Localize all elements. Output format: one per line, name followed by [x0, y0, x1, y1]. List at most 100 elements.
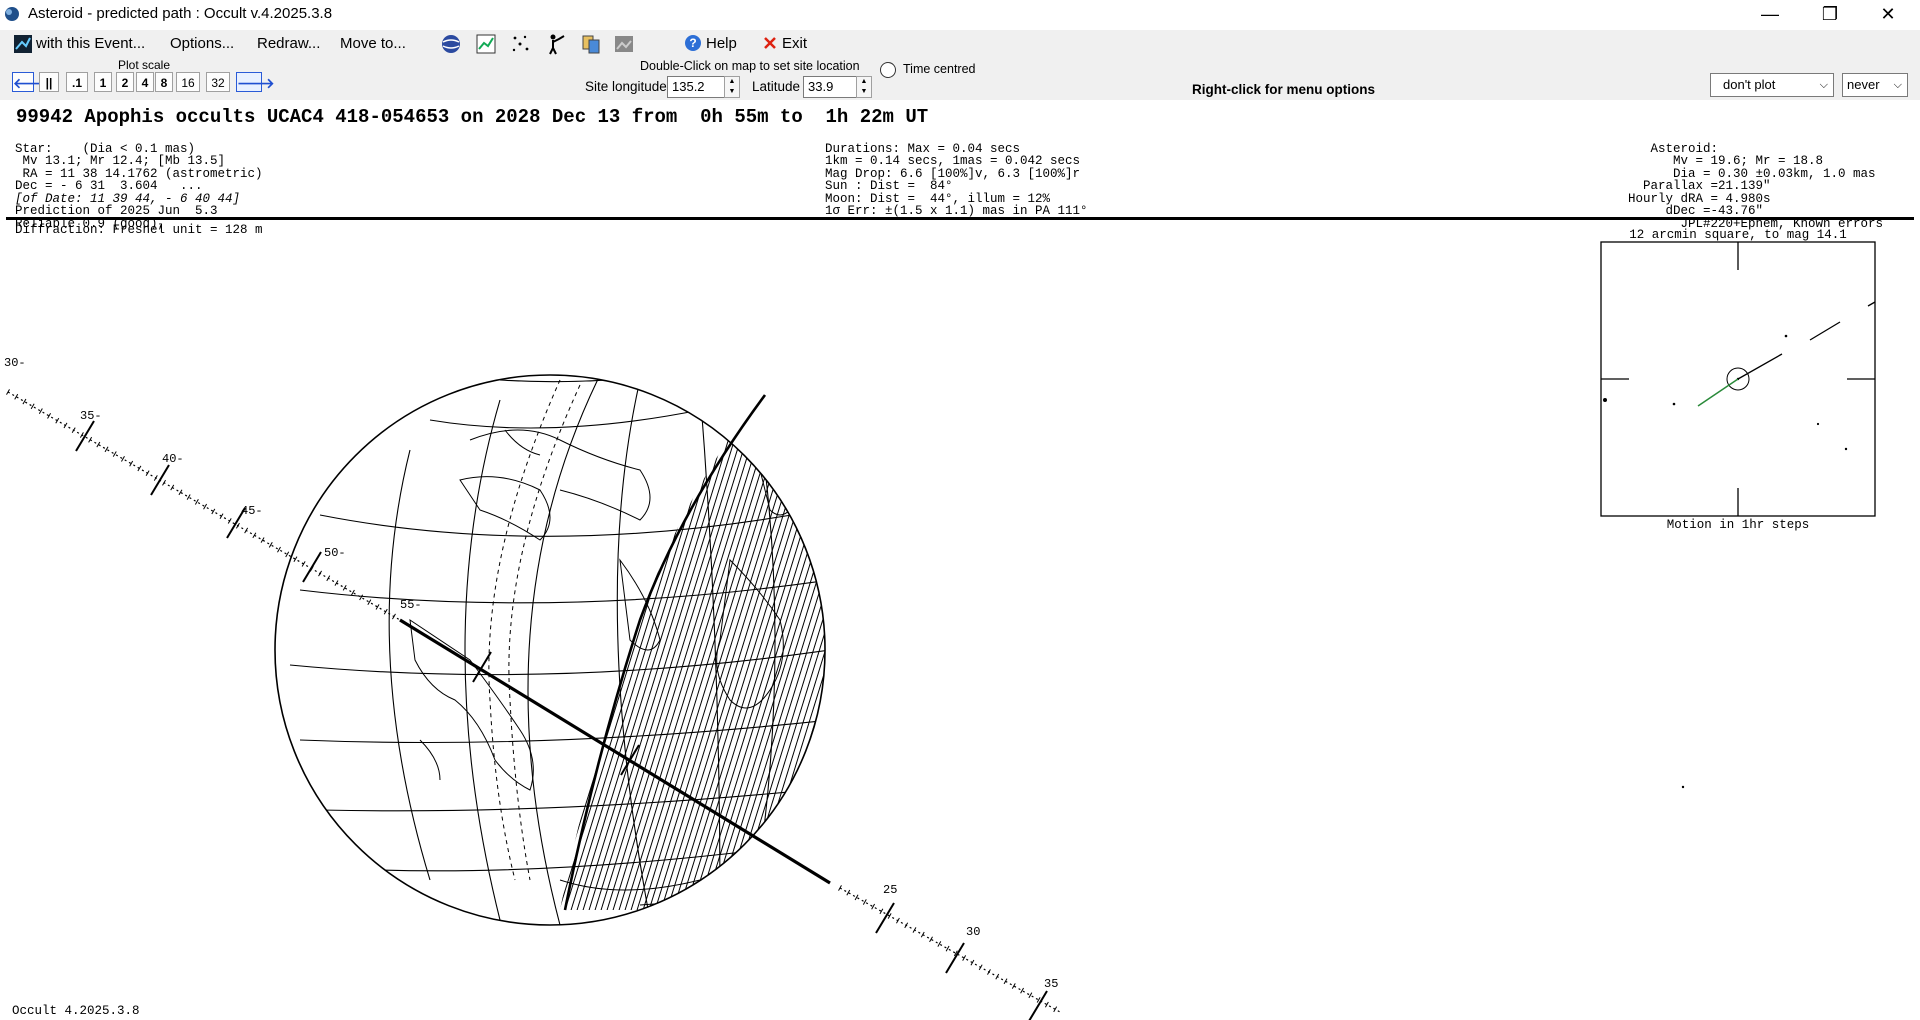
hatch-line	[621, 380, 793, 910]
app-icon	[5, 7, 19, 21]
chart-icon[interactable]	[475, 33, 497, 55]
star-chart-inset: 12 arcmin square, to mag 14.1 Motion in …	[1600, 228, 1876, 789]
hatch-line	[560, 380, 691, 910]
window-title: Asteroid - predicted path : Occult v.4.2…	[28, 5, 333, 22]
minute-tick	[334, 580, 339, 586]
hatch-line	[862, 370, 1032, 920]
path-limit-line	[488, 379, 561, 881]
minute-tick	[318, 570, 322, 577]
restore-button[interactable]: ❐	[1802, 0, 1858, 30]
scale-button-1[interactable]: 1	[94, 72, 112, 92]
menu-move-to[interactable]: Move to...	[340, 35, 406, 52]
star-line: Prediction of 2025 Jun 5.3	[15, 204, 218, 218]
scale-button-2[interactable]: 2	[116, 72, 134, 92]
minute-tick	[367, 599, 372, 606]
title-bar: Asteroid - predicted path : Occult v.4.2…	[0, 0, 1920, 30]
menu-options[interactable]: Options...	[170, 35, 234, 52]
observer-icon[interactable]	[545, 33, 567, 55]
menu-redraw[interactable]: Redraw...	[257, 35, 320, 52]
hatch-line	[783, 380, 825, 910]
minute-tick	[277, 546, 281, 553]
plot-scale-label: Plot scale	[118, 58, 171, 72]
hatch-line	[560, 380, 685, 910]
hatch-line	[789, 380, 825, 910]
hatch-line	[976, 370, 1146, 920]
scale-button-8[interactable]: 8	[155, 72, 173, 92]
minute-tick	[219, 513, 224, 520]
latitude-label: Latitude	[752, 79, 801, 94]
hatch-line	[717, 380, 825, 910]
hatch-line	[705, 380, 825, 910]
latitude-spinner[interactable]: ▲ ▼	[856, 76, 872, 98]
files-icon[interactable]	[580, 33, 602, 55]
minute-tick	[987, 969, 991, 975]
time-centred-radio[interactable]	[880, 62, 896, 78]
image-icon[interactable]	[613, 33, 635, 55]
minute-tick	[153, 475, 158, 481]
hatch-line	[560, 380, 667, 910]
hatch-line	[801, 380, 825, 910]
hatch-line	[934, 370, 1104, 920]
duration-info: Durations: Max = 0.04 secs 1km = 0.14 sec…	[825, 130, 1088, 230]
minute-tick	[211, 508, 216, 515]
minute-tick	[129, 460, 134, 467]
minute-tick	[383, 608, 388, 615]
starfield-icon[interactable]	[510, 33, 532, 55]
minute-tick	[920, 931, 925, 938]
hatch-line	[753, 380, 825, 910]
track-label: 40-	[162, 452, 184, 466]
scale-button-4[interactable]: 4	[136, 72, 154, 92]
site-longitude-input[interactable]: 135.2	[667, 76, 725, 98]
minute-tick	[285, 551, 290, 558]
hatch-line	[560, 380, 709, 910]
minute-tick	[104, 446, 109, 453]
minute-tick	[929, 936, 933, 943]
hatch-line	[838, 370, 1008, 920]
hatch-line	[771, 380, 825, 910]
diffraction-note: Diffraction: Fresnel unit = 128 m	[15, 223, 263, 237]
five-minute-tick	[150, 464, 170, 496]
minute-tick	[22, 398, 27, 405]
hatch-line	[560, 380, 661, 910]
minute-tick	[252, 532, 257, 539]
pause-button[interactable]: ||	[39, 72, 59, 92]
scale-button-32[interactable]: 32	[206, 72, 230, 92]
hatch-line	[886, 370, 1056, 920]
hatch-line	[844, 370, 1014, 920]
hatch-line	[560, 380, 613, 910]
five-minute-tick	[620, 744, 640, 776]
hatch-line	[561, 380, 733, 910]
hatch-line	[560, 380, 571, 910]
path-limit-line	[508, 384, 581, 881]
scale-prev-button[interactable]: 🡐	[12, 72, 51, 92]
hatch-line	[964, 370, 1134, 920]
close-button[interactable]: ✕	[1860, 0, 1916, 30]
longitude-spinner[interactable]: ▲ ▼	[724, 76, 740, 98]
hatch-line	[711, 380, 825, 910]
scale-next-button[interactable]: 🡒	[236, 72, 275, 92]
minute-tick	[359, 594, 364, 601]
minute-tick	[350, 589, 355, 596]
asteroid-info: Asteroid: Mv = 19.6; Mr = 18.8 Dia = 0.3…	[1628, 130, 1883, 243]
when-dropdown[interactable]: never ⌵	[1842, 73, 1908, 97]
hatch-line	[585, 380, 757, 910]
plot-dropdown[interactable]: don't plot ⌵	[1710, 73, 1834, 97]
event-icon	[14, 35, 32, 53]
coastlines	[409, 429, 791, 906]
menu-with-this-event[interactable]: with this Event...	[36, 35, 145, 52]
star-line: Dec = - 6 31 3.604 ...	[15, 179, 203, 193]
hatch-line	[560, 380, 589, 910]
menu-exit[interactable]: Exit	[782, 35, 807, 52]
scale-button-0.1[interactable]: .1	[66, 72, 88, 92]
globe-icon[interactable]	[440, 33, 462, 55]
latitude-input[interactable]: 33.9	[803, 76, 857, 98]
globe	[274, 370, 1146, 926]
menu-help[interactable]: Help	[706, 35, 737, 52]
hatch-line	[560, 380, 655, 910]
minute-tick	[38, 408, 43, 414]
scale-button-16[interactable]: 16	[176, 72, 200, 92]
five-minute-tick	[1028, 990, 1048, 1020]
hatch-line	[639, 380, 811, 910]
hatch-line	[747, 380, 825, 910]
minimize-button[interactable]: —	[1742, 0, 1798, 30]
